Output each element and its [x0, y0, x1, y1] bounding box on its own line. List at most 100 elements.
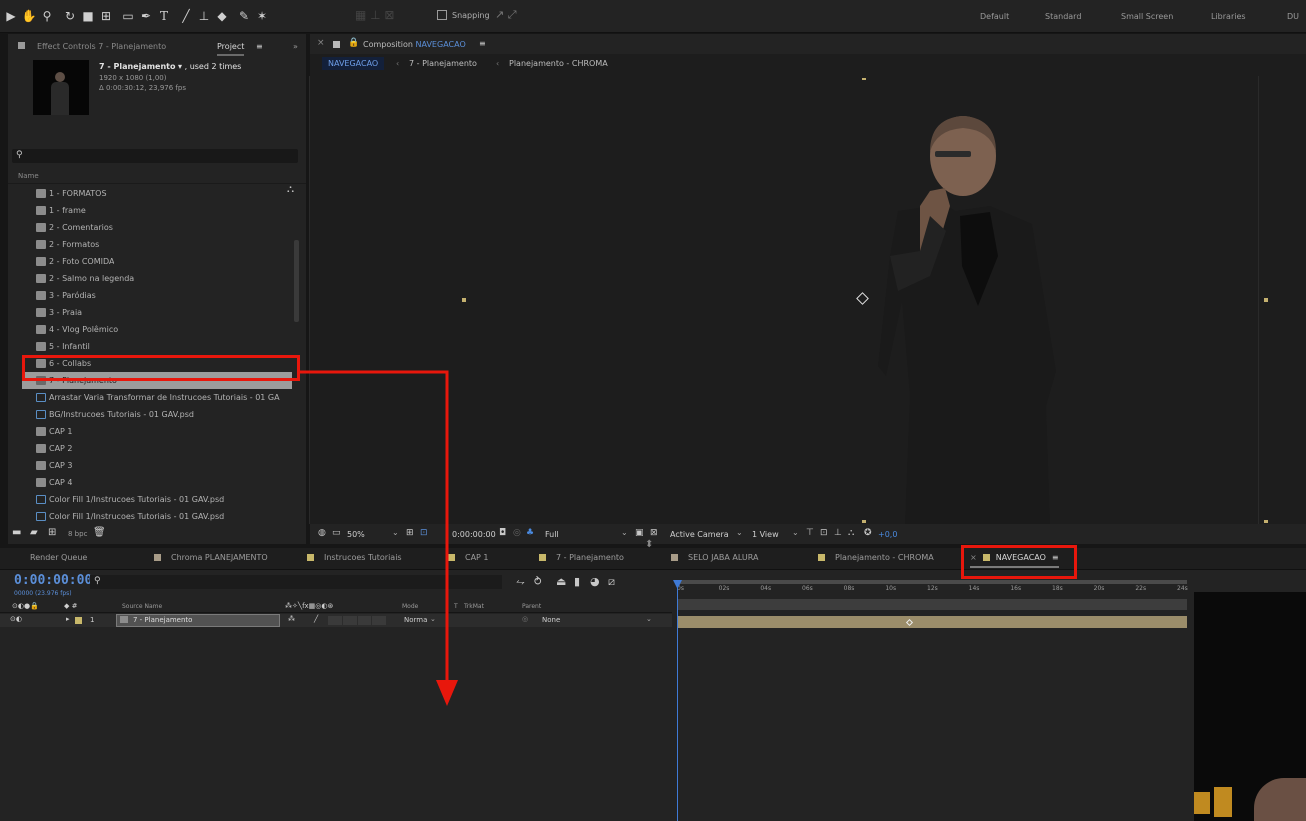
brush-tool-icon[interactable]: ╱ — [178, 8, 194, 24]
breadcrumb-navegacao[interactable]: NAVEGACAO — [322, 57, 385, 70]
rectangle-tool-icon[interactable]: ▭ — [120, 8, 136, 24]
type-tool-icon[interactable]: T — [156, 8, 172, 24]
motion-blur-icon[interactable]: ◕ — [590, 575, 600, 588]
draft-3d-icon[interactable]: ⥁ — [534, 575, 542, 588]
workspace-standard[interactable]: Standard — [1045, 12, 1081, 21]
hand-tool-icon[interactable]: ✋ — [21, 8, 37, 24]
eraser-tool-icon[interactable]: ◆ — [214, 8, 230, 24]
layer-name-field[interactable]: 7 - Planejamento — [116, 614, 280, 627]
exposure-icon[interactable]: ✪ — [864, 528, 872, 538]
project-search-input[interactable]: ⚲ — [12, 149, 298, 163]
toggle-pixel-aspect-icon[interactable]: ⊤ — [806, 528, 814, 538]
camera-dropdown-arrow-icon[interactable]: ⌄ — [736, 528, 743, 537]
project-item[interactable]: 5 - Infantil — [14, 338, 294, 355]
project-item[interactable]: 1 - FORMATOS — [14, 185, 294, 202]
snap-options-icon[interactable]: ↗ ⤢ — [495, 8, 517, 22]
workspace-default[interactable]: Default — [980, 12, 1009, 21]
pen-tool-icon[interactable]: ✒ — [138, 8, 154, 24]
viewer-tab-title[interactable]: Composition NAVEGACAO — [363, 40, 466, 49]
layer-handle[interactable] — [1264, 520, 1268, 523]
new-folder-icon[interactable]: ▰ — [30, 527, 38, 538]
snapshot-icon[interactable]: ◘ — [499, 528, 506, 538]
project-menu-icon[interactable]: ≡ — [256, 42, 263, 51]
view-layout-arrow-icon[interactable]: ⌄ — [792, 528, 799, 537]
tab-project[interactable]: Project — [217, 42, 245, 56]
project-item[interactable]: Color Fill 1/Instrucoes Tutoriais - 01 G… — [14, 491, 294, 508]
viewer-menu-icon[interactable]: ≡ — [479, 39, 486, 48]
project-item[interactable]: CAP 2 — [14, 440, 294, 457]
new-composition-icon[interactable]: ⊞ — [48, 527, 56, 538]
workspace-libraries[interactable]: Libraries — [1211, 12, 1246, 21]
pan-behind-tool-icon[interactable]: ⊞ — [98, 8, 114, 24]
project-item[interactable]: CAP 4 — [14, 474, 294, 491]
roto-brush-tool-icon[interactable]: ✎ — [236, 8, 252, 24]
layer-parent-dropdown[interactable]: None — [542, 616, 560, 624]
region-of-interest-icon[interactable]: ▣ — [635, 528, 644, 538]
project-item[interactable]: 4 - Vlog Polêmico — [14, 321, 294, 338]
item-info-dropdown-icon[interactable]: ▾ — [178, 62, 182, 71]
layer-handle[interactable] — [862, 78, 866, 80]
zoom-tool-icon[interactable]: ⚲ — [39, 8, 55, 24]
video-visibility-icon[interactable]: ⊙◐ — [10, 615, 22, 623]
timeline-tab[interactable]: 7 - Planejamento — [539, 553, 624, 562]
timeline-tab[interactable]: Planejamento - CHROMA — [818, 553, 934, 562]
av-features-icons[interactable]: ⊙◐●🔒 — [12, 602, 39, 610]
layer-duration-bar[interactable] — [677, 616, 1187, 628]
frame-blending-icon[interactable]: ▮ — [574, 575, 580, 588]
graph-editor-icon[interactable]: ⧄ — [608, 575, 615, 589]
project-item[interactable]: 3 - Praia — [14, 304, 294, 321]
project-item[interactable]: 2 - Salmo na legenda — [14, 270, 294, 287]
project-item[interactable]: CAP 3 — [14, 457, 294, 474]
workspace-small-screen[interactable]: Small Screen — [1121, 12, 1173, 21]
comp-mini-flowchart-icon[interactable]: ⥊ — [516, 575, 525, 589]
timeline-tab[interactable]: SELO JABA ALURA — [671, 553, 758, 562]
panel-overflow-icon[interactable]: » — [293, 42, 298, 51]
breadcrumb-chroma[interactable]: Planejamento - CHROMA — [509, 59, 608, 68]
resolution-dropdown[interactable]: Full — [545, 530, 559, 539]
label-column-icon[interactable]: ◆ # — [64, 602, 77, 610]
source-name-header[interactable]: Source Name — [122, 603, 162, 610]
time-ruler[interactable]: 0s 02s 04s 06s 08s 10s 12s 14s 16s 18s 20s 22s 24s — [677, 585, 1188, 597]
project-item[interactable]: BG/Instrucoes Tutoriais - 01 GAV.psd — [14, 406, 294, 423]
close-icon[interactable]: × — [317, 38, 325, 48]
parent-header[interactable]: Parent — [522, 603, 541, 610]
lock-icon[interactable]: 🔒 — [348, 38, 359, 48]
rotate-tool-icon[interactable]: ↻ — [62, 8, 78, 24]
trash-icon[interactable]: 🗑 — [93, 527, 106, 538]
tab-effect-controls[interactable]: Effect Controls 7 - Planejamento — [37, 42, 166, 51]
work-area-bar[interactable] — [677, 580, 1187, 584]
project-item[interactable]: 2 - Formatos — [14, 236, 294, 253]
project-item[interactable]: Color Fill 1/Instrucoes Tutoriais - 01 G… — [14, 508, 294, 524]
camera-tool-icon[interactable]: ■ — [80, 8, 96, 24]
bpc-label[interactable]: 8 bpc — [68, 530, 87, 538]
project-item[interactable]: CAP 1 — [14, 423, 294, 440]
project-scrollbar[interactable] — [294, 240, 299, 322]
snapping-checkbox[interactable] — [437, 10, 447, 20]
breadcrumb-planejamento[interactable]: 7 - Planejamento — [409, 59, 477, 68]
project-item[interactable]: 2 - Comentarios — [14, 219, 294, 236]
show-snapshot-icon[interactable]: ◎ — [513, 528, 521, 538]
interpret-footage-icon[interactable]: ▬ — [12, 527, 21, 538]
view-layout-dropdown[interactable]: 1 View — [752, 530, 779, 539]
workspace-du[interactable]: DU — [1287, 12, 1299, 21]
fast-previews-icon[interactable]: ⊡ — [820, 528, 828, 538]
column-name-header[interactable]: Name — [18, 172, 39, 180]
parent-dropdown-arrow-icon[interactable]: ⌄ — [646, 615, 652, 623]
project-item[interactable]: Arrastar Varia Transformar de Instrucoes… — [14, 389, 294, 406]
transparency-grid-icon[interactable]: ⊠ — [650, 528, 658, 538]
timeline-timecode[interactable]: 0:00:00:00 — [14, 573, 92, 588]
camera-dropdown[interactable]: Active Camera — [670, 530, 729, 539]
clone-stamp-tool-icon[interactable]: ⊥ — [196, 8, 212, 24]
color-channel-icon[interactable]: ♣ — [526, 528, 534, 538]
expand-layer-icon[interactable]: ▸ — [66, 615, 70, 623]
flowchart-icon[interactable]: ⛬ — [848, 528, 854, 538]
puppet-tool-icon[interactable]: ✶ — [254, 8, 270, 24]
selection-tool-icon[interactable]: ▶ — [3, 8, 19, 24]
layer-label-color[interactable] — [75, 617, 82, 624]
panel-menu-icon[interactable] — [333, 41, 340, 48]
exposure-value[interactable]: +0,0 — [878, 530, 897, 539]
project-item[interactable]: 1 - frame — [14, 202, 294, 219]
hide-shy-layers-icon[interactable]: ⏏ — [556, 575, 566, 588]
timeline-tab[interactable]: Chroma PLANEJAMENTO — [154, 553, 268, 562]
project-item[interactable]: 2 - Foto COMIDA — [14, 253, 294, 270]
